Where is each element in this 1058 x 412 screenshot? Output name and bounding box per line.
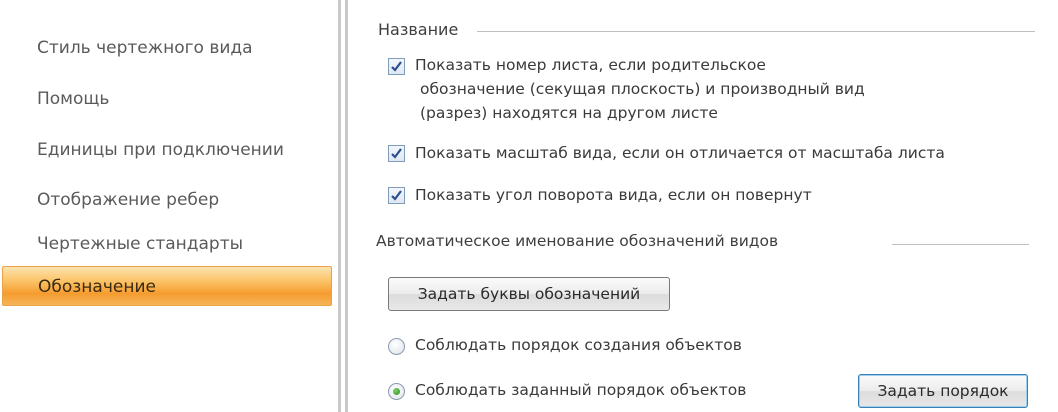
- show-rotation-angle-checkbox[interactable]: [388, 187, 405, 204]
- sidebar-item-connection-units[interactable]: Единицы при подключении: [10, 130, 334, 170]
- group-divider-auto-naming: [892, 244, 1029, 245]
- options-dialog: Стиль чертежного вида Помощь Единицы при…: [0, 0, 1058, 412]
- sidebar-item-designation[interactable]: Обозначение: [2, 266, 332, 306]
- group-divider-naming: [477, 31, 1035, 32]
- sidebar-item-help[interactable]: Помощь: [10, 79, 334, 119]
- settings-panel: Название Показать номер листа, если роди…: [352, 0, 1058, 412]
- group-title-naming: Название: [378, 20, 459, 39]
- custom-order-radio[interactable]: [388, 383, 405, 400]
- show-sheet-number-label-line1: Показать номер листа, если родительское: [415, 56, 766, 74]
- show-sheet-number-label-line2: обозначение (секущая плоскость) и произв…: [420, 80, 865, 98]
- sidebar-item-edge-display[interactable]: Отображение ребер: [10, 180, 334, 220]
- panel-separator: [338, 0, 341, 412]
- group-title-auto-naming: Автоматическое именование обозначений ви…: [376, 232, 779, 250]
- show-view-scale-label: Показать масштаб вида, если он отличаетс…: [415, 144, 945, 162]
- show-sheet-number-checkbox[interactable]: [388, 58, 405, 75]
- sidebar-item-drawing-view-style[interactable]: Стиль чертежного вида: [10, 28, 334, 68]
- radio-selected-dot: [393, 388, 400, 395]
- check-mark-icon: [391, 61, 402, 72]
- show-rotation-angle-label: Показать угол поворота вида, если он пов…: [415, 186, 812, 204]
- creation-order-radio[interactable]: [388, 338, 405, 355]
- check-mark-icon: [391, 148, 402, 159]
- custom-order-label: Соблюдать заданный порядок объектов: [415, 381, 747, 399]
- set-designation-letters-button[interactable]: Задать буквы обозначений: [388, 277, 670, 311]
- panel-separator-inner: [345, 0, 348, 412]
- creation-order-label: Соблюдать порядок создания объектов: [415, 336, 742, 354]
- sidebar-item-drafting-standards[interactable]: Чертежные стандарты: [10, 224, 334, 264]
- show-sheet-number-label-line3: (разрез) находятся на другом листе: [420, 104, 718, 122]
- sidebar: Стиль чертежного вида Помощь Единицы при…: [0, 0, 332, 412]
- check-mark-icon: [391, 190, 402, 201]
- show-view-scale-checkbox[interactable]: [388, 145, 405, 162]
- set-order-button[interactable]: Задать порядок: [858, 374, 1028, 408]
